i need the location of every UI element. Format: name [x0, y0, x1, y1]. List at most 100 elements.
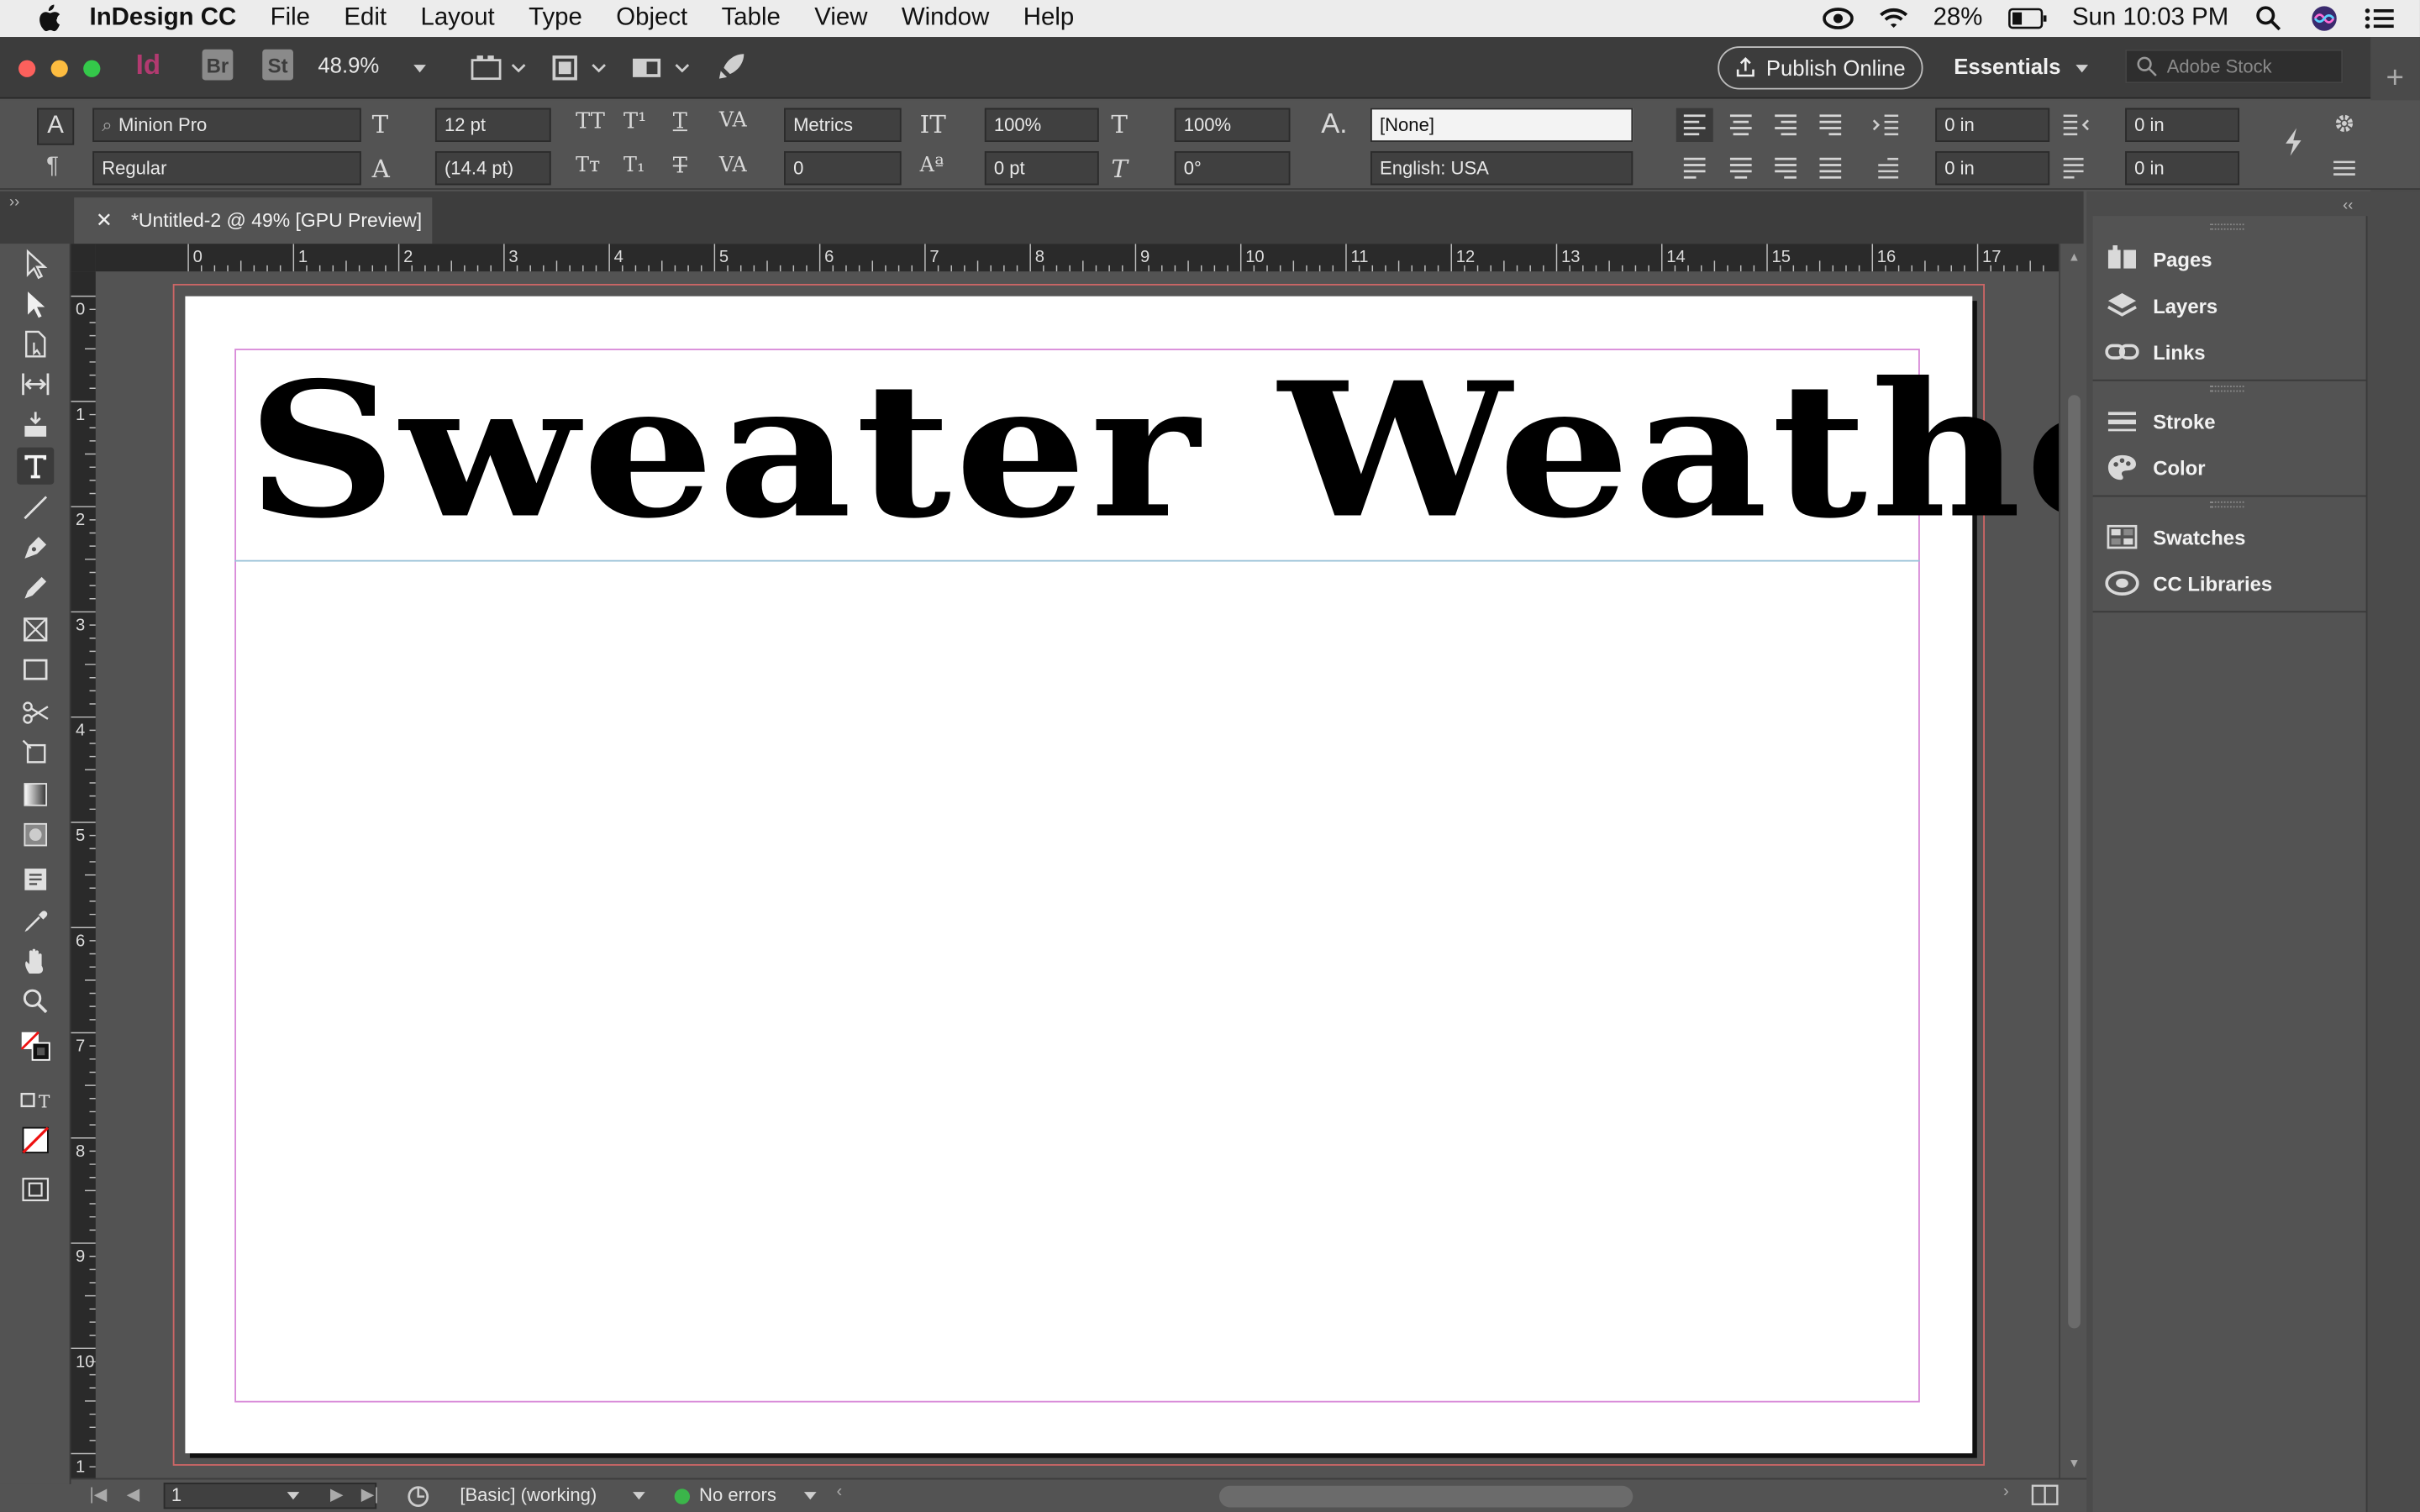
first-page-icon[interactable]: |◀ [90, 1484, 108, 1504]
preflight-profile[interactable]: [Basic] (working) [460, 1484, 597, 1506]
panel-color[interactable]: Color [2105, 444, 2206, 491]
document-page[interactable]: Sweater Weather [185, 296, 2059, 1454]
font-style-field[interactable]: Regular [92, 150, 361, 186]
last-page-icon[interactable]: ▶| [361, 1484, 379, 1504]
preflight-profile-dropdown-icon[interactable] [633, 1492, 645, 1500]
menu-edit[interactable]: Edit [344, 5, 387, 33]
baseline-shift-field[interactable]: 0 pt [984, 150, 1099, 186]
horizontal-scroll-thumb[interactable] [1218, 1485, 1634, 1508]
superscript-icon[interactable]: T¹ [623, 109, 646, 134]
app-name-menu[interactable]: InDesign CC [90, 5, 237, 33]
arrange-documents-icon[interactable] [631, 54, 692, 81]
apply-none-button[interactable] [17, 1121, 54, 1158]
publish-online-button[interactable]: Publish Online [1718, 46, 1923, 90]
scroll-down-arrow-icon[interactable]: ▼ [2068, 1457, 2081, 1471]
split-layout-icon[interactable] [2031, 1483, 2059, 1507]
zoom-dropdown-icon[interactable] [413, 65, 426, 73]
right-indent-field[interactable]: 0 in [2125, 108, 2240, 142]
preflight-menu-dropdown-icon[interactable] [803, 1492, 817, 1500]
paragraph-formatting-icon[interactable]: ¶ [46, 153, 59, 179]
vertical-ruler[interactable]: 0 1 2 3 4 5 6 7 8 9 10 1 [71, 271, 96, 1478]
leading-field[interactable]: (14.4 pt) [434, 150, 551, 186]
next-page-icon[interactable]: ▶ [330, 1484, 344, 1504]
scissors-tool[interactable] [17, 695, 54, 732]
skew-field[interactable]: 0° [1174, 150, 1291, 186]
view-options-icon[interactable] [471, 54, 532, 81]
all-caps-icon[interactable]: TT [576, 109, 605, 134]
headline-text-frame[interactable]: Sweater Weather [247, 342, 2059, 559]
strikethrough-icon[interactable]: T [673, 155, 687, 179]
gear-icon[interactable] [2333, 113, 2355, 134]
scroll-right-arrow-icon[interactable]: › [2003, 1483, 2009, 1501]
panel-group-grip[interactable] [2210, 386, 2244, 392]
menu-object[interactable]: Object [616, 5, 687, 33]
page-dropdown-icon[interactable] [287, 1492, 300, 1500]
gap-tool[interactable] [17, 365, 54, 402]
tracking-field[interactable]: 0 [784, 150, 902, 186]
bridge-button[interactable]: Br [202, 49, 234, 81]
menu-help[interactable]: Help [1023, 5, 1074, 33]
small-caps-icon[interactable]: Tт [576, 155, 600, 178]
minimize-window-button[interactable] [50, 60, 68, 77]
wifi-icon[interactable] [1877, 5, 1908, 33]
zoom-tool[interactable] [17, 983, 54, 1020]
menu-file[interactable]: File [271, 5, 310, 33]
close-window-button[interactable] [18, 60, 36, 77]
character-style-field[interactable]: [None] [1370, 108, 1634, 142]
panel-pages[interactable]: Pages [2105, 236, 2212, 282]
panel-stroke[interactable]: Stroke [2105, 398, 2216, 444]
line-tool[interactable] [17, 489, 54, 526]
notification-center-icon[interactable] [2365, 5, 2396, 33]
menu-window[interactable]: Window [902, 5, 990, 33]
left-indent-field[interactable]: 0 in [1935, 108, 2050, 142]
direct-selection-tool[interactable] [17, 286, 54, 323]
font-family-field[interactable]: ⌕ Minion Pro [92, 108, 361, 142]
scroll-left-arrow-icon[interactable]: ‹ [836, 1483, 842, 1501]
stock-button[interactable]: St [262, 49, 293, 81]
close-tab-icon[interactable]: ✕ [96, 208, 113, 233]
rectangle-frame-tool[interactable] [17, 611, 54, 648]
add-panel-icon[interactable]: + [2386, 61, 2404, 97]
character-formatting-icon[interactable]: A [37, 108, 75, 145]
hand-tool[interactable] [17, 942, 54, 979]
underline-icon[interactable]: T [673, 109, 687, 134]
page-tool[interactable] [17, 326, 54, 363]
last-line-indent-field[interactable]: 0 in [2125, 150, 2240, 186]
adobe-stock-search[interactable]: Adobe Stock [2125, 49, 2344, 84]
zoom-level[interactable]: 48.9% [318, 52, 426, 77]
type-tool[interactable] [17, 447, 55, 485]
formatting-affects-container[interactable]: T [17, 1082, 54, 1119]
document-canvas[interactable]: Sweater Weather [95, 271, 2060, 1478]
page-number-field[interactable]: 1 [163, 1483, 377, 1509]
fill-stroke-swatches[interactable] [17, 1027, 54, 1064]
open-document-page-icon[interactable] [404, 1483, 432, 1510]
horizontal-ruler[interactable]: 0 1 2 3 4 5 6 7 8 9 10 11 12 13 14 15 16 17 [95, 244, 2060, 272]
panel-group-grip[interactable] [2210, 501, 2244, 508]
vertical-scroll-thumb[interactable] [2068, 395, 2081, 1329]
previous-page-icon[interactable]: ◀ [127, 1484, 140, 1504]
workspace-switcher[interactable]: Essentials [1954, 54, 2089, 79]
preflight-errors[interactable]: No errors [699, 1484, 776, 1506]
rectangle-tool[interactable] [17, 651, 54, 688]
paragraph-alignment-buttons[interactable] [1676, 108, 1861, 189]
horizontal-scale-field[interactable]: 100% [1174, 108, 1291, 142]
scroll-up-arrow-icon[interactable]: ▲ [2068, 250, 2081, 265]
first-line-indent-field[interactable]: 0 in [1935, 150, 2050, 186]
document-tab[interactable]: ✕ *Untitled-2 @ 49% [GPU Preview] [74, 197, 433, 244]
subscript-icon[interactable]: T₁ [623, 155, 645, 178]
clock[interactable]: Sun 10:03 PM [2072, 5, 2228, 33]
panel-swatches[interactable]: Swatches [2105, 514, 2245, 560]
pencil-tool[interactable] [17, 570, 54, 606]
zoom-window-button[interactable] [83, 60, 101, 77]
panel-group-grip[interactable] [2210, 223, 2244, 230]
panel-layers[interactable]: Layers [2105, 282, 2217, 328]
selection-tool[interactable] [17, 245, 54, 282]
kerning-field[interactable]: Metrics [784, 108, 902, 142]
battery-icon[interactable] [2007, 5, 2048, 33]
language-field[interactable]: English: USA [1370, 150, 1634, 186]
collapse-panels-icon[interactable]: ‹‹ [2343, 197, 2353, 214]
eyedropper-tool[interactable] [17, 902, 54, 939]
pen-tool[interactable] [17, 529, 54, 566]
creative-cloud-icon[interactable] [1822, 5, 1854, 33]
menu-type[interactable]: Type [529, 5, 582, 33]
